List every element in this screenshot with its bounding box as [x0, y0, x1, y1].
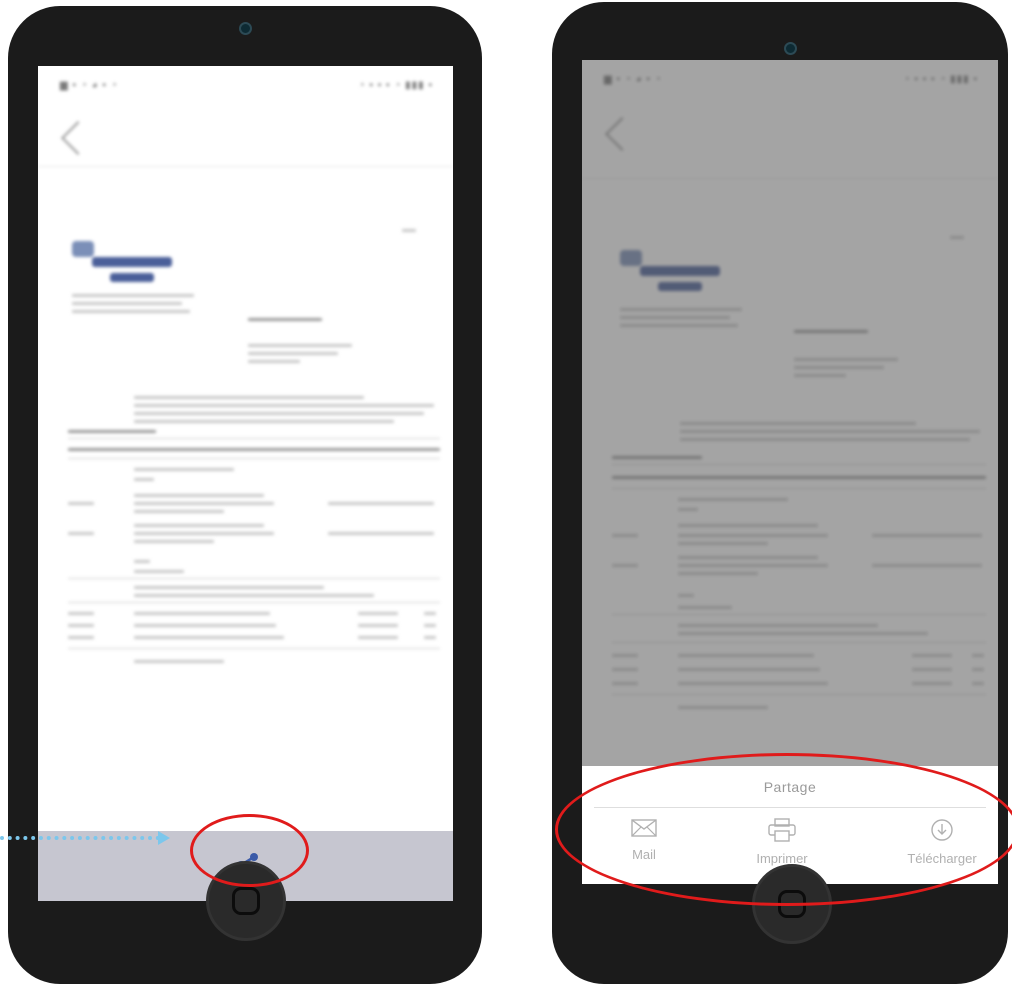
doc-table-header [68, 448, 440, 451]
doc-text-line [134, 532, 274, 535]
doc-text-line [248, 352, 338, 355]
doc-text-line [68, 502, 94, 505]
annotation-arrow [0, 836, 160, 840]
doc-text-line [424, 612, 436, 615]
doc-text-line [134, 494, 264, 497]
status-right: ◔ ▪ ▪ ▪ ◔ ▮▮▮ ▪ [358, 80, 433, 91]
doc-text-line [328, 532, 434, 535]
camera-dot [239, 22, 252, 35]
doc-text-line [134, 420, 394, 423]
doc-text-line [134, 396, 364, 399]
company-logo [72, 241, 192, 296]
camera-dot [784, 42, 797, 55]
doc-text-line [424, 624, 436, 627]
doc-text-line [134, 594, 374, 597]
annotation-highlight-share [190, 814, 309, 887]
doc-text-line [134, 468, 234, 471]
doc-page-number [402, 229, 416, 232]
doc-rule [68, 602, 440, 603]
doc-text-line [328, 502, 434, 505]
doc-rule [68, 648, 440, 649]
dim-overlay[interactable] [582, 60, 998, 766]
doc-rule [68, 578, 440, 579]
doc-text-line [134, 660, 224, 663]
annotation-highlight-sheet [555, 753, 1012, 906]
doc-text-line [134, 624, 276, 627]
doc-text-line [68, 636, 94, 639]
doc-text-line [134, 612, 270, 615]
doc-text-line [134, 502, 274, 505]
doc-text-line [134, 478, 154, 481]
back-chevron-icon[interactable] [61, 121, 95, 155]
doc-text-line [248, 360, 300, 363]
doc-text-line [134, 560, 150, 563]
doc-text-line [134, 412, 424, 415]
doc-rule [68, 458, 440, 459]
doc-text-line [72, 302, 182, 305]
doc-text-line [134, 404, 434, 407]
doc-text-line [134, 570, 184, 573]
doc-text-line [134, 524, 264, 527]
screen-left: ▆ ▪ ◔ ◕ ▪ ◔ ◔ ▪ ▪ ▪ ◔ ▮▮▮ ▪ [38, 66, 453, 901]
doc-text-line [72, 294, 194, 297]
doc-text-line [358, 624, 398, 627]
doc-text-line [134, 540, 214, 543]
doc-text-line [358, 636, 398, 639]
doc-text-line [358, 612, 398, 615]
doc-text-line [134, 510, 224, 513]
doc-text-line [248, 318, 322, 321]
document-preview: ▆ ▪ ◔ ◕ ▪ ◔ ◔ ▪ ▪ ▪ ◔ ▮▮▮ ▪ [38, 66, 453, 901]
doc-rule [68, 438, 440, 439]
doc-text-line [68, 612, 94, 615]
header-divider [38, 166, 453, 167]
doc-text-line [68, 430, 156, 433]
doc-text-line [68, 624, 94, 627]
annotation-arrow-head [158, 831, 170, 845]
doc-text-line [72, 310, 190, 313]
status-left: ▆ ▪ ◔ ◕ ▪ ◔ [60, 80, 118, 91]
doc-text-line [68, 532, 94, 535]
doc-text-line [134, 586, 324, 589]
doc-text-line [424, 636, 436, 639]
doc-text-line [134, 636, 284, 639]
doc-text-line [248, 344, 352, 347]
status-bar: ▆ ▪ ◔ ◕ ▪ ◔ ◔ ▪ ▪ ▪ ◔ ▮▮▮ ▪ [38, 66, 453, 108]
